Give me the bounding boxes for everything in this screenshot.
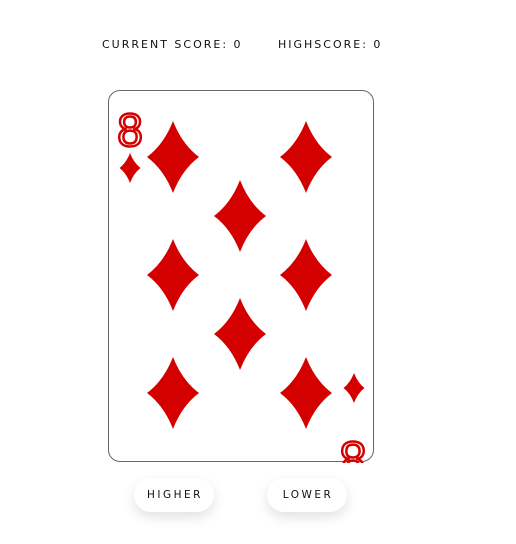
card-rank-bottom: 8 xyxy=(340,432,366,463)
diamond-suit-icon xyxy=(119,152,140,183)
higher-button[interactable]: HIGHER xyxy=(134,478,214,512)
card-face: 8 8 xyxy=(115,102,366,463)
diamond-suit-icon xyxy=(343,372,364,403)
diamond-pip-icon xyxy=(146,356,199,429)
diamond-pip-icon xyxy=(213,179,266,252)
diamond-pip-icon xyxy=(213,297,266,370)
diamond-pip-icon xyxy=(146,238,199,311)
lower-button[interactable]: LOWER xyxy=(267,478,347,512)
current-score: CURRENT SCORE: 0 xyxy=(102,38,243,51)
diamond-pip-icon xyxy=(146,120,199,193)
diamond-pip-icon xyxy=(279,238,332,311)
highscore: HIGHSCORE: 0 xyxy=(278,38,383,51)
diamond-pip-icon xyxy=(279,120,332,193)
diamond-pip-icon xyxy=(279,356,332,429)
card-rank-top: 8 xyxy=(117,104,143,156)
playing-card: 8 8 xyxy=(108,90,374,463)
